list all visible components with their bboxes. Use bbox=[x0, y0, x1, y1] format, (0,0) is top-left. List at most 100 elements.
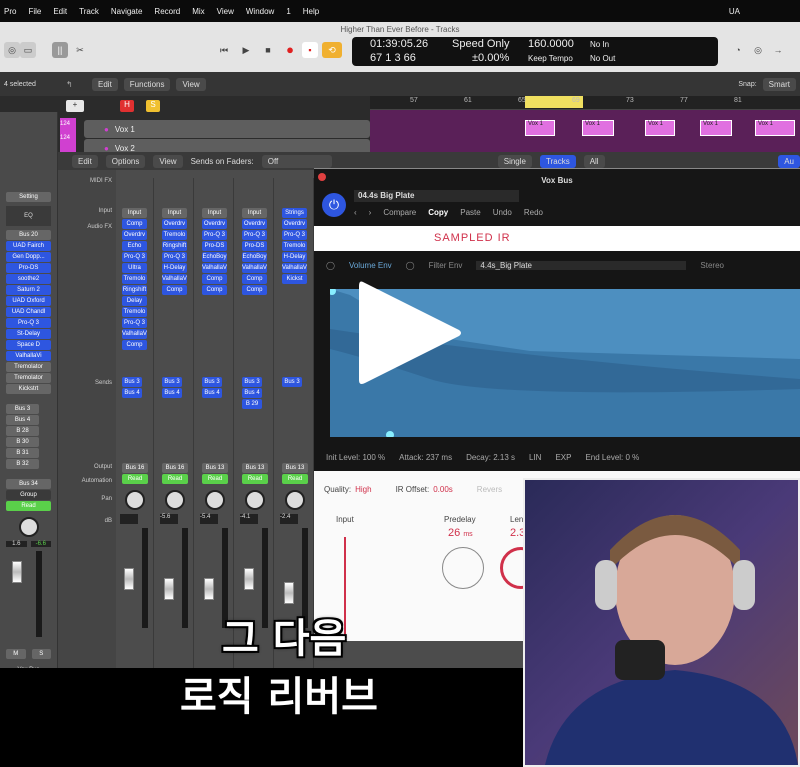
audio-region[interactable]: Vox 1 bbox=[645, 120, 675, 136]
stop-icon[interactable]: ■ bbox=[260, 42, 276, 58]
automation-read[interactable]: Read bbox=[242, 474, 268, 484]
capture-icon[interactable]: ▪ bbox=[302, 42, 318, 58]
plugin-slot[interactable]: UAD Fairch bbox=[6, 241, 51, 251]
bus-input[interactable]: Bus 20 bbox=[6, 230, 51, 240]
ir-select[interactable]: 4.4s_Big Plate bbox=[476, 261, 687, 270]
plugin-slot[interactable]: ValhallaVi bbox=[242, 263, 267, 273]
plugin-slot[interactable]: Pro-Q 3 bbox=[202, 230, 227, 240]
add-track-button[interactable]: + bbox=[66, 100, 84, 112]
all-button[interactable]: All bbox=[583, 154, 605, 168]
play-icon[interactable]: ▶ bbox=[238, 42, 254, 58]
attack[interactable]: Attack: 237 ms bbox=[399, 453, 452, 462]
volume-fader[interactable] bbox=[204, 578, 214, 600]
menu-item-view[interactable]: View bbox=[217, 7, 234, 16]
solo-button[interactable]: S bbox=[31, 649, 51, 659]
menu-item-help[interactable]: Help bbox=[303, 7, 319, 16]
plugin-slot[interactable]: Comp bbox=[122, 340, 147, 350]
redo-button[interactable]: Redo bbox=[524, 208, 543, 217]
input-slot[interactable]: Input bbox=[162, 208, 187, 218]
menu-item-mix[interactable]: Mix bbox=[192, 7, 204, 16]
plugin-slot[interactable]: ValhallaVi bbox=[202, 263, 227, 273]
plugin-slot[interactable]: Pro-DS bbox=[202, 241, 227, 251]
solo-button[interactable]: S bbox=[146, 100, 160, 112]
group-slot[interactable]: Group bbox=[6, 490, 51, 500]
menu-item-edit[interactable]: Edit bbox=[53, 7, 67, 16]
plugin-slot[interactable]: Overdrv bbox=[162, 219, 187, 229]
output-slot[interactable]: Bus 13 bbox=[282, 463, 308, 473]
automation-read[interactable]: Read bbox=[162, 474, 188, 484]
volume-env-power-icon[interactable]: ◯ bbox=[326, 261, 335, 270]
volume-fader[interactable] bbox=[12, 561, 22, 583]
plugin-slot[interactable]: Ringshift bbox=[122, 285, 147, 295]
plugin-slot[interactable]: H-Delay bbox=[162, 263, 187, 273]
lcd-display[interactable]: 01:39:05.26 67 1 3 66 Speed Only ±0.00% … bbox=[352, 37, 718, 66]
plugin-slot[interactable]: H-Delay bbox=[282, 252, 307, 262]
view-menu[interactable]: View bbox=[176, 77, 206, 91]
plugin-slot[interactable]: Overdrv bbox=[242, 219, 267, 229]
mixer-options-menu[interactable]: Options bbox=[105, 154, 146, 168]
mixer-edit-menu[interactable]: Edit bbox=[72, 154, 98, 168]
preset-select[interactable]: 04.4s Big Plate bbox=[354, 190, 519, 202]
plugin-slot[interactable]: Comp bbox=[202, 285, 227, 295]
menu-item-1[interactable]: 1 bbox=[286, 7, 290, 16]
pan-knob[interactable] bbox=[18, 517, 39, 537]
plugin-slot[interactable]: Comp bbox=[162, 285, 187, 295]
tracks-button[interactable]: Tracks bbox=[539, 154, 576, 168]
plugin-slot[interactable]: ValhallaVi bbox=[122, 329, 147, 339]
plugin-slot[interactable]: Delay bbox=[122, 296, 147, 306]
plugin-slot[interactable]: Echo bbox=[122, 241, 147, 251]
end-level[interactable]: End Level: 0 % bbox=[585, 453, 639, 462]
power-icon[interactable]: ⏻ bbox=[322, 193, 346, 217]
plugin-slot[interactable]: Pro-DS bbox=[242, 241, 267, 251]
mixer-toggle-icon[interactable]: || bbox=[52, 42, 68, 58]
plugin-slot[interactable]: Tremolator bbox=[6, 362, 51, 372]
send-slot[interactable]: B 29 bbox=[242, 399, 262, 409]
cycle-icon[interactable]: ⟲ bbox=[322, 42, 342, 58]
init-level[interactable]: Init Level: 100 % bbox=[326, 453, 385, 462]
video-play-icon[interactable] bbox=[355, 278, 465, 390]
plugin-slot[interactable]: Pro-Q 3 bbox=[282, 230, 307, 240]
menu-item-navigate[interactable]: Navigate bbox=[111, 7, 143, 16]
snap-select[interactable]: Smart bbox=[762, 77, 796, 91]
menu-item-record[interactable]: Record bbox=[154, 7, 180, 16]
pan-knob[interactable] bbox=[165, 490, 185, 510]
input-slot[interactable]: Input bbox=[122, 208, 147, 218]
audio-region[interactable]: Vox 1 bbox=[755, 120, 795, 136]
send-slot[interactable]: Bus 3 bbox=[122, 377, 142, 387]
input-slot[interactable]: Input bbox=[242, 208, 267, 218]
record-icon[interactable]: ● bbox=[282, 42, 298, 58]
plugin-slot[interactable]: soothe2 bbox=[6, 274, 51, 284]
output-slot[interactable]: Bus 13 bbox=[242, 463, 268, 473]
mute-button[interactable]: M bbox=[6, 649, 26, 659]
plugin-slot[interactable]: Pro-DS bbox=[6, 263, 51, 273]
audio-region[interactable]: Vox 1 bbox=[700, 120, 732, 136]
lin-button[interactable]: LIN bbox=[529, 453, 541, 462]
send-slot[interactable]: Bus 3 bbox=[162, 377, 182, 387]
plugin-slot[interactable]: UAD Chandl bbox=[6, 307, 51, 317]
quality-select[interactable]: High bbox=[355, 485, 371, 494]
plugin-slot[interactable]: St-Delay bbox=[6, 329, 51, 339]
automation-read[interactable]: Read bbox=[202, 474, 228, 484]
plugin-slot[interactable]: Kickst bbox=[282, 274, 307, 284]
pan-knob[interactable] bbox=[125, 490, 145, 510]
menu-item-pro[interactable]: Pro bbox=[4, 7, 16, 16]
input-slot[interactable]: Strings bbox=[282, 208, 307, 218]
menu-item-window[interactable]: Window bbox=[246, 7, 274, 16]
reverse-button[interactable]: Revers bbox=[477, 485, 502, 494]
pan-knob[interactable] bbox=[285, 490, 305, 510]
automation-read[interactable]: Read bbox=[122, 474, 148, 484]
paste-button[interactable]: Paste bbox=[460, 208, 480, 217]
metronome-icon[interactable]: ◎ bbox=[750, 42, 766, 58]
plugin-slot[interactable]: Comp bbox=[122, 219, 147, 229]
plugin-slot[interactable]: Ringshift bbox=[162, 241, 187, 251]
send-slot[interactable]: Bus 4 bbox=[122, 388, 142, 398]
audio-region[interactable]: Vox 1 bbox=[582, 120, 614, 136]
plugin-slot[interactable]: Tremolo bbox=[122, 274, 147, 284]
predelay-knob[interactable] bbox=[442, 547, 484, 589]
filter-env-tab[interactable]: Filter Env bbox=[429, 261, 463, 270]
volume-env-tab[interactable]: Volume Env bbox=[349, 261, 392, 270]
send-slot[interactable]: Bus 4 bbox=[202, 388, 222, 398]
plugin-slot[interactable]: Pro-Q 3 bbox=[122, 252, 147, 262]
timeline-ruler[interactable]: 57 61 65 69 73 77 81 bbox=[370, 96, 800, 110]
inspector-icon[interactable]: ▭ bbox=[20, 42, 36, 58]
